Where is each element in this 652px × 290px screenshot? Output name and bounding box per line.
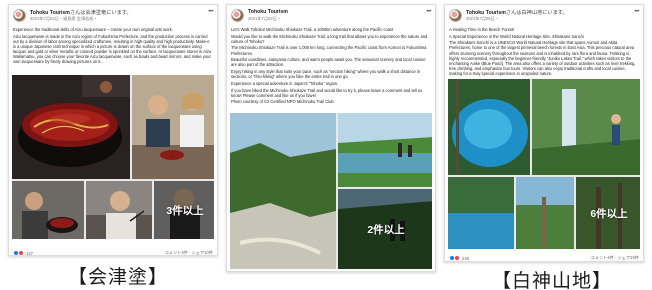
more-photos-count: 6件以上 (576, 177, 640, 249)
photo-coast-view[interactable]: 2件以上 (338, 189, 432, 269)
photo-blue-pond[interactable] (448, 79, 530, 175)
post-card-shirakami: Tohoku Tourismさんは白神山地にいます。 2021年7月05日・ •… (444, 4, 644, 262)
photo-trail-hikers[interactable] (338, 113, 432, 187)
reactions-summary[interactable]: 127 (13, 250, 33, 256)
photo-brush-detail[interactable] (86, 181, 152, 239)
post-paragraph: Aizu lacquerware is made in the Aizu reg… (13, 33, 212, 65)
lacquer-bowl-image (12, 75, 130, 179)
post-text: Experience the traditional skills of Aiz… (13, 27, 213, 66)
post-header: Tohoku Tourismさんは会津塗竜にいます。 2021年7月02日・福島… (13, 9, 213, 25)
post-paragraph: Enjoy hiking in any style that suits you… (231, 69, 421, 80)
comments-shares-count[interactable]: コメント4件 · シェア19件 (591, 255, 639, 261)
photo-pond-reflection[interactable] (448, 177, 514, 249)
post-paragraph: If you have hiked the Michinoku Shiokaze… (231, 87, 423, 98)
post-text: A Healing Time in the Beech Forest! A Sp… (449, 27, 639, 78)
post-paragraph: The Michinoku Shiokaze Trail is over 1,0… (231, 45, 427, 56)
reactions-summary[interactable]: 248 (449, 255, 469, 261)
post-footer: 127 コメント3件 · シェア10件 (13, 250, 213, 256)
reaction-count: 248 (462, 255, 469, 261)
post-paragraph: Beautiful coastlines, satoyama culture, … (231, 57, 426, 68)
photo-grid: 6件以上 (448, 79, 640, 249)
comments-shares-count[interactable]: コメント3件 · シェア10件 (165, 250, 213, 255)
love-reaction-icon (454, 255, 460, 261)
photo-more-overlay[interactable]: 6件以上 (576, 177, 640, 249)
post-text: Let's Walk Tohoku! Michinoku Shiokaze Tr… (231, 27, 431, 106)
post-header: Tohoku Tourismさんは白神山地にいます。 2021年7月05日・ •… (449, 9, 639, 25)
post-paragraph: Would you like to walk the Michinoku Shi… (231, 33, 428, 44)
post-footer: 248 コメント4件 · シェア19件 (449, 255, 639, 261)
caption-aizu: 【会津塗】 (68, 266, 169, 288)
page-avatar[interactable] (231, 9, 244, 22)
workshop-image (132, 75, 214, 179)
photo-artisan-hands[interactable] (12, 181, 84, 239)
photo-grid: 3件以上 (12, 75, 214, 239)
photo-more-overlay[interactable]: 3件以上 (154, 181, 214, 239)
post-paragraph: Let's Walk Tohoku! Michinoku Shiokaze Tr… (231, 27, 394, 32)
post-date[interactable]: 2021年7月05日・ (466, 16, 499, 22)
post-paragraph: Photo courtesy of ©2 Certified NPO Michi… (231, 99, 334, 105)
more-options-icon[interactable]: ••• (208, 9, 213, 15)
post-card-aizu: Tohoku Tourismさんは会津塗竜にいます。 2021年7月02日・福島… (8, 4, 218, 256)
post-paragraph: A Healing Time in the Beech Forest! (449, 27, 515, 32)
post-paragraph: The Shirakami Sanchi is a UNESCO World N… (449, 40, 636, 76)
post-paragraph: A Special Experience in the World Natura… (449, 33, 584, 39)
photo-grid: 2件以上 (230, 113, 432, 269)
photo-waterfall-hiker[interactable] (532, 79, 640, 175)
more-photos-count: 2件以上 (338, 189, 432, 269)
more-options-icon[interactable]: ••• (426, 9, 431, 15)
post-paragraph: Experience a special adventure in Japan'… (231, 80, 339, 86)
more-photos-count: 3件以上 (154, 181, 214, 239)
photo-beech-forest[interactable] (516, 177, 574, 249)
post-date[interactable]: 2021年7月02日・福島県 会津若松・ (30, 16, 98, 22)
page-avatar[interactable] (13, 9, 26, 22)
post-card-michinoku: Tohoku Tourism 2021年7月02日・ ••• Let's Wal… (226, 4, 436, 272)
more-options-icon[interactable]: ••• (634, 9, 639, 15)
page-avatar[interactable] (449, 9, 462, 22)
love-reaction-icon (18, 250, 24, 255)
photo-coastal-cliffs[interactable] (230, 113, 336, 269)
checkin-text: さんは白神山地にいます。 (505, 10, 568, 16)
caption-shirakami: 【白神山地】 (492, 270, 613, 290)
page-name-link[interactable]: Tohoku Tourism (248, 9, 288, 15)
photo-painting-workshop[interactable] (132, 75, 214, 179)
post-date[interactable]: 2021年7月02日・ (248, 16, 281, 22)
post-header: Tohoku Tourism 2021年7月02日・ ••• (231, 9, 431, 25)
post-paragraph: Experience the traditional skills of Aiz… (13, 27, 173, 32)
photo-lacquer-bowl[interactable] (12, 75, 130, 179)
reaction-count: 127 (26, 250, 33, 256)
